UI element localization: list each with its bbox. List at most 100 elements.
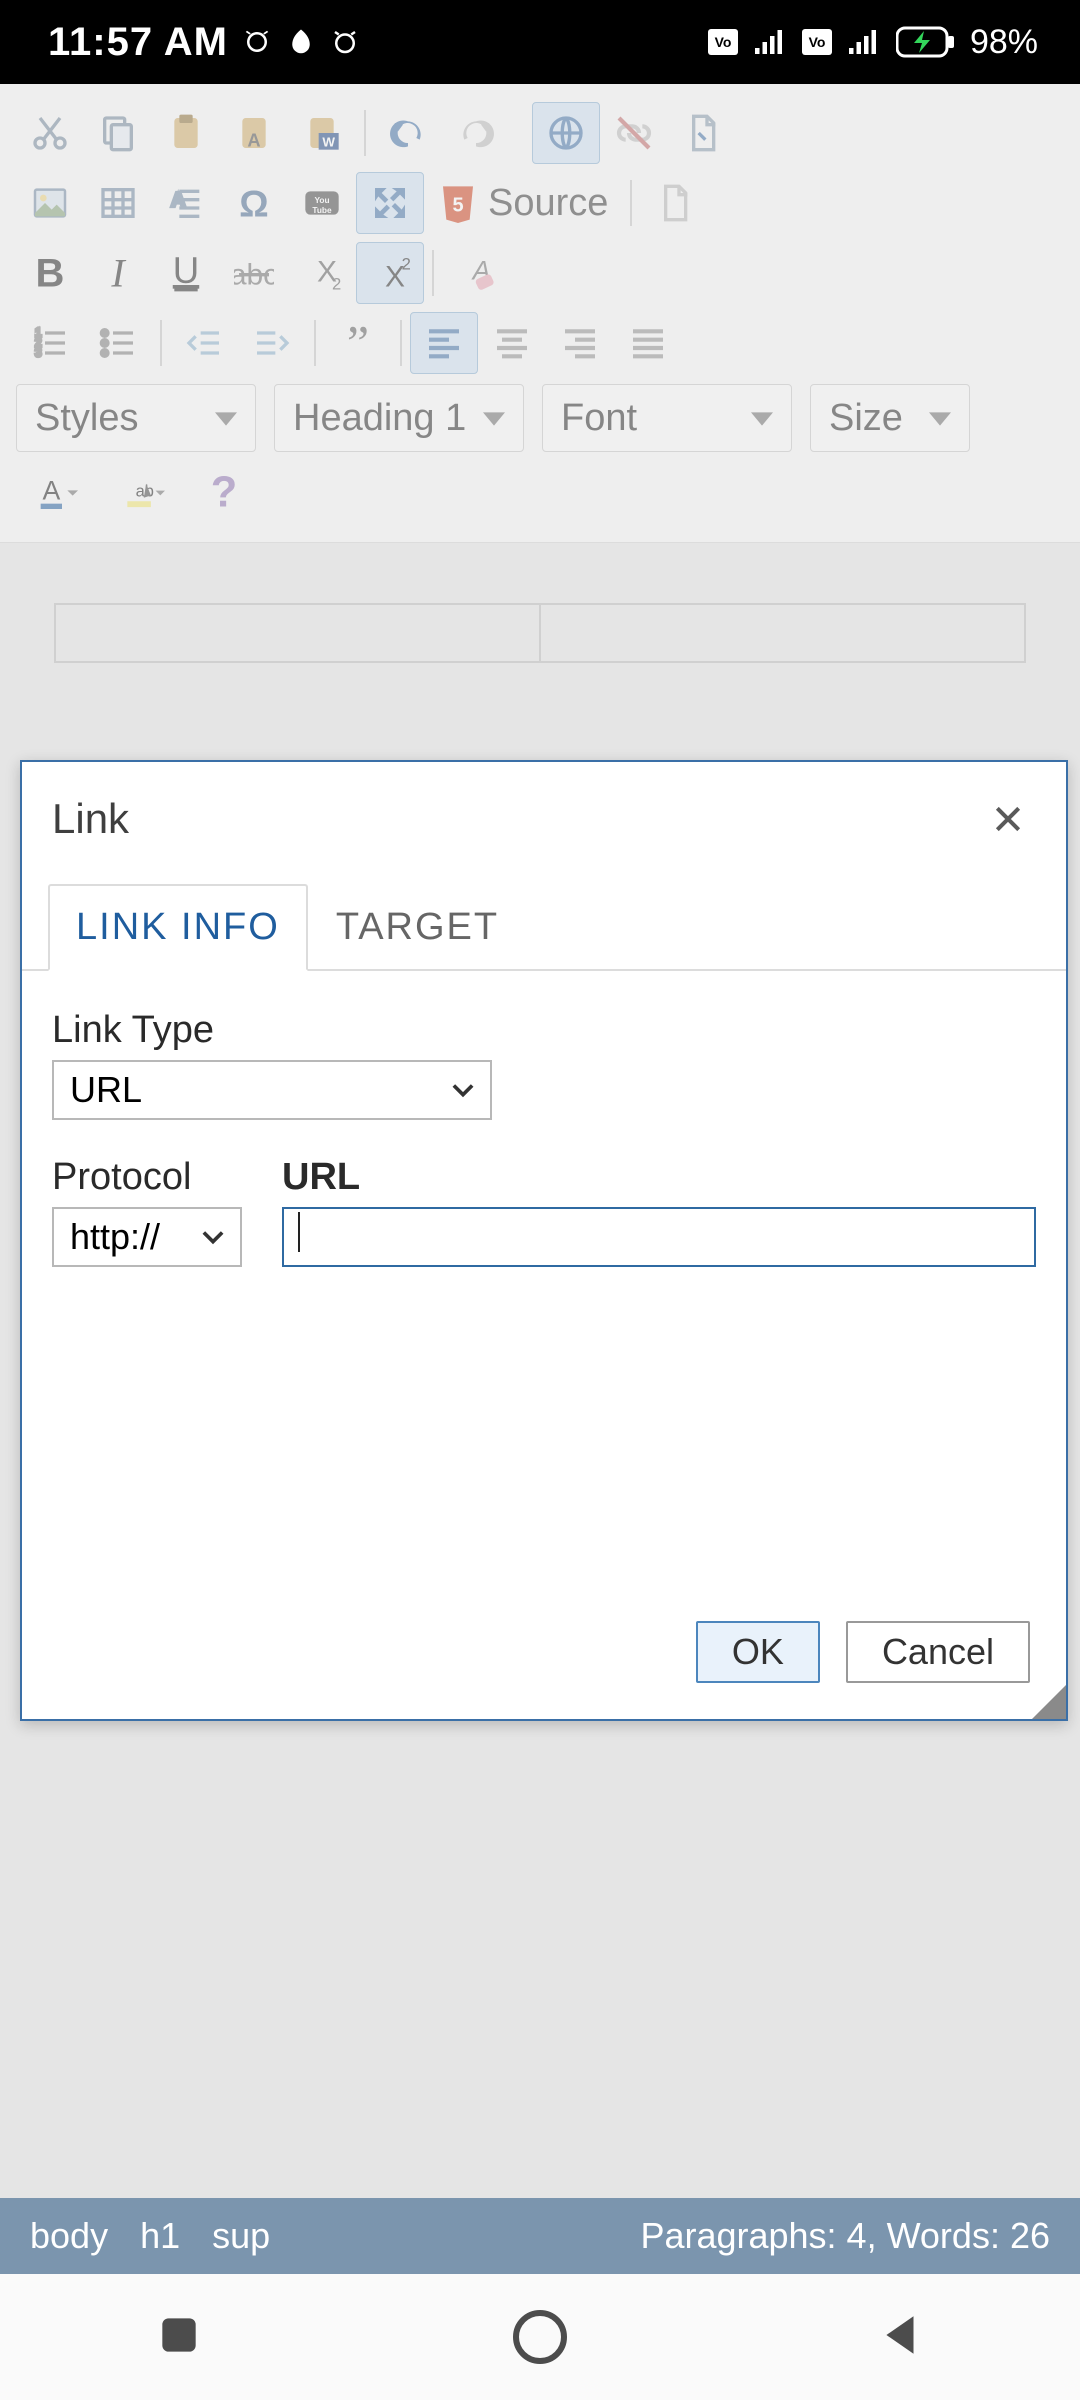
erase-format-icon[interactable]: A [442,242,510,304]
page-break-icon[interactable] [668,102,736,164]
svg-text:”: ” [347,323,369,363]
table-icon[interactable] [84,172,152,234]
paste-icon[interactable] [152,102,220,164]
path-body[interactable]: body [30,2215,108,2256]
bold-icon[interactable]: B [16,242,84,304]
undo-icon[interactable] [374,102,442,164]
status-bar: 11:57 AM Vo Vo 98% [0,0,1080,84]
protocol-select[interactable]: http:// [52,1207,242,1267]
indent-icon[interactable] [238,312,306,374]
youtube-icon[interactable]: YouTube [288,172,356,234]
size-label: Size [829,397,903,440]
chevron-down-icon [929,408,951,430]
chevron-down-icon [452,1080,474,1102]
html5-icon: 5 [438,183,478,223]
font-dropdown[interactable]: Font [542,384,792,452]
new-page-icon[interactable] [640,172,708,234]
svg-text:?: ? [211,473,237,513]
italic-icon[interactable]: I [84,242,152,304]
help-icon[interactable]: ? [190,462,258,524]
svg-text:Vo: Vo [809,34,826,50]
editor-canvas[interactable] [0,543,1080,663]
outdent-icon[interactable] [170,312,238,374]
bg-color-icon[interactable]: ab [100,462,190,524]
battery-icon [896,25,956,59]
chevron-down-icon [483,408,505,430]
globe-icon[interactable] [532,102,600,164]
strike-icon[interactable]: abc [220,242,288,304]
volte2-icon: Vo [802,29,832,55]
back-button[interactable] [876,2310,926,2365]
android-navbar [0,2274,1080,2400]
svg-text:Tube: Tube [312,205,332,215]
redo-icon[interactable] [442,102,510,164]
line-height-icon[interactable]: A [152,172,220,234]
paste-word-icon[interactable]: W [288,102,356,164]
editor-app: A W A Ω YouTube 5 Source [0,84,1080,2274]
svg-text:U: U [173,253,199,291]
alarm-icon [242,27,272,57]
image-icon[interactable] [16,172,84,234]
link-type-label: Link Type [52,1009,1036,1052]
unlink-icon[interactable] [600,102,668,164]
chevron-down-icon [202,1227,224,1249]
maximize-icon[interactable] [356,172,424,234]
table-row [54,603,1026,663]
link-type-select[interactable]: URL [52,1060,492,1120]
styles-label: Styles [35,397,138,440]
element-path[interactable]: body h1 sup [30,2215,292,2257]
chevron-down-icon [751,408,773,430]
svg-text:5: 5 [452,194,463,216]
align-justify-icon[interactable] [614,312,682,374]
svg-text:A: A [171,189,185,211]
tab-target[interactable]: TARGET [308,884,527,971]
recent-apps-button[interactable] [154,2310,204,2365]
chevron-down-icon [215,408,237,430]
signal2-icon [846,27,882,57]
size-dropdown[interactable]: Size [810,384,970,452]
paragraph-dropdown[interactable]: Heading 1 [274,384,524,452]
path-sup[interactable]: sup [212,2215,270,2256]
cancel-button[interactable]: Cancel [846,1621,1030,1683]
svg-text:2: 2 [402,255,410,274]
path-h1[interactable]: h1 [140,2215,180,2256]
source-label: Source [488,182,608,225]
subscript-icon[interactable]: X2 [288,242,356,304]
ok-button[interactable]: OK [696,1621,820,1683]
status-strip: body h1 sup Paragraphs: 4, Words: 26 [0,2198,1080,2274]
cut-icon[interactable] [16,102,84,164]
svg-text:B: B [36,253,65,293]
omega-icon[interactable]: Ω [220,172,288,234]
tab-link-info[interactable]: LINK INFO [48,884,308,971]
resize-grip-icon[interactable] [1032,1685,1066,1719]
close-icon [992,803,1024,835]
superscript-icon[interactable]: X2 [356,242,424,304]
align-center-icon[interactable] [478,312,546,374]
source-button[interactable]: 5 Source [424,172,622,234]
text-color-icon[interactable]: A [16,462,100,524]
protocol-value: http:// [70,1216,160,1258]
link-dialog: Link LINK INFO TARGET Link Type URL Prot… [20,760,1068,1721]
underline-icon[interactable]: U [152,242,220,304]
home-button[interactable] [513,2310,567,2364]
battery-percent: 98% [970,23,1038,62]
alarm2-icon [330,27,360,57]
svg-text:W: W [322,134,335,149]
url-input[interactable] [282,1207,1036,1267]
blockquote-icon[interactable]: ” [324,312,392,374]
close-button[interactable] [978,786,1038,852]
unordered-list-icon[interactable] [84,312,152,374]
styles-dropdown[interactable]: Styles [16,384,256,452]
font-label: Font [561,397,637,440]
svg-text:2: 2 [332,275,341,293]
paste-text-icon[interactable]: A [220,102,288,164]
svg-text:I: I [110,253,126,293]
ordered-list-icon[interactable]: 123 [16,312,84,374]
dialog-title: Link [52,795,129,843]
align-right-icon[interactable] [546,312,614,374]
toolbar: A W A Ω YouTube 5 Source [0,84,1080,543]
volte1-icon: Vo [708,29,738,55]
dialog-tabs: LINK INFO TARGET [22,882,1066,971]
align-left-icon[interactable] [410,312,478,374]
copy-icon[interactable] [84,102,152,164]
